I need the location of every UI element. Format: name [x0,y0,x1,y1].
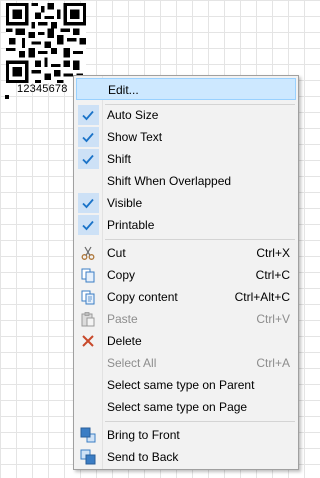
menu-item-select-all[interactable]: Select All Ctrl+A [76,352,296,374]
menu-item-edit[interactable]: Edit... [76,78,296,100]
menu-item-label: Cut [107,246,126,260]
menu-item-shortcut: Ctrl+A [256,356,290,370]
checkmark-icon [82,198,94,209]
checkmark-icon [82,220,94,231]
send-to-back-icon [80,449,96,465]
menu-item-label: Shift When Overlapped [107,174,232,188]
menu-item-bring-to-front[interactable]: Bring to Front [76,424,296,446]
menu-item-label: Bring to Front [107,428,180,442]
menu-item-shortcut: Ctrl+X [256,246,290,260]
menu-item-label: Shift [107,152,132,166]
menu-item-copy[interactable]: Copy Ctrl+C [76,264,296,286]
menu-item-label: Delete [107,334,142,348]
menu-item-shift[interactable]: Shift [76,148,296,170]
menu-item-label: Select same type on Parent [107,378,255,392]
menu-item-send-to-back[interactable]: Send to Back [76,446,296,468]
menu-item-label: Select All [107,356,157,370]
menu-item-label: Paste [107,312,138,326]
checkmark-icon [82,132,94,143]
checkmark-icon [82,110,94,121]
selection-anchor[interactable] [5,95,9,99]
menu-item-show-text[interactable]: Show Text [76,126,296,148]
qr-code-image[interactable] [6,3,86,83]
delete-x-icon [82,335,94,347]
menu-item-paste[interactable]: Paste Ctrl+V [76,308,296,330]
menu-item-label: Send to Back [107,450,179,464]
menu-item-label: Select same type on Page [107,400,248,414]
menu-separator [105,239,295,240]
menu-item-shift-when-overlapped[interactable]: Shift When Overlapped [76,170,296,192]
copy-content-icon [81,290,95,305]
menu-item-cut[interactable]: Cut Ctrl+X [76,242,296,264]
menu-item-label: Show Text [107,130,163,144]
copy-icon [81,268,95,283]
menu-item-auto-size[interactable]: Auto Size [76,104,296,126]
bring-to-front-icon [80,427,96,443]
barcode-text: 12345678 [17,83,68,95]
menu-item-shortcut: Ctrl+Alt+C [234,290,290,304]
menu-item-shortcut: Ctrl+V [256,312,290,326]
context-menu: Edit... Auto Size Show Text Shift Shift … [73,75,299,470]
paste-icon [81,312,95,327]
checkmark-icon [82,154,94,165]
menu-item-printable[interactable]: Printable [76,214,296,236]
menu-item-label: Printable [107,218,155,232]
menu-item-label: Copy [107,268,136,282]
menu-item-label: Copy content [107,290,178,304]
menu-item-copy-content[interactable]: Copy content Ctrl+Alt+C [76,286,296,308]
menu-separator [105,421,295,422]
menu-item-visible[interactable]: Visible [76,192,296,214]
menu-item-shortcut: Ctrl+C [255,268,290,282]
menu-item-select-same-type-page[interactable]: Select same type on Page [76,396,296,418]
menu-item-delete[interactable]: Delete [76,330,296,352]
menu-item-select-same-type-parent[interactable]: Select same type on Parent [76,374,296,396]
menu-item-label: Edit... [108,83,139,97]
menu-item-label: Auto Size [107,108,159,122]
scissors-icon [81,246,95,260]
menu-item-label: Visible [107,196,143,210]
